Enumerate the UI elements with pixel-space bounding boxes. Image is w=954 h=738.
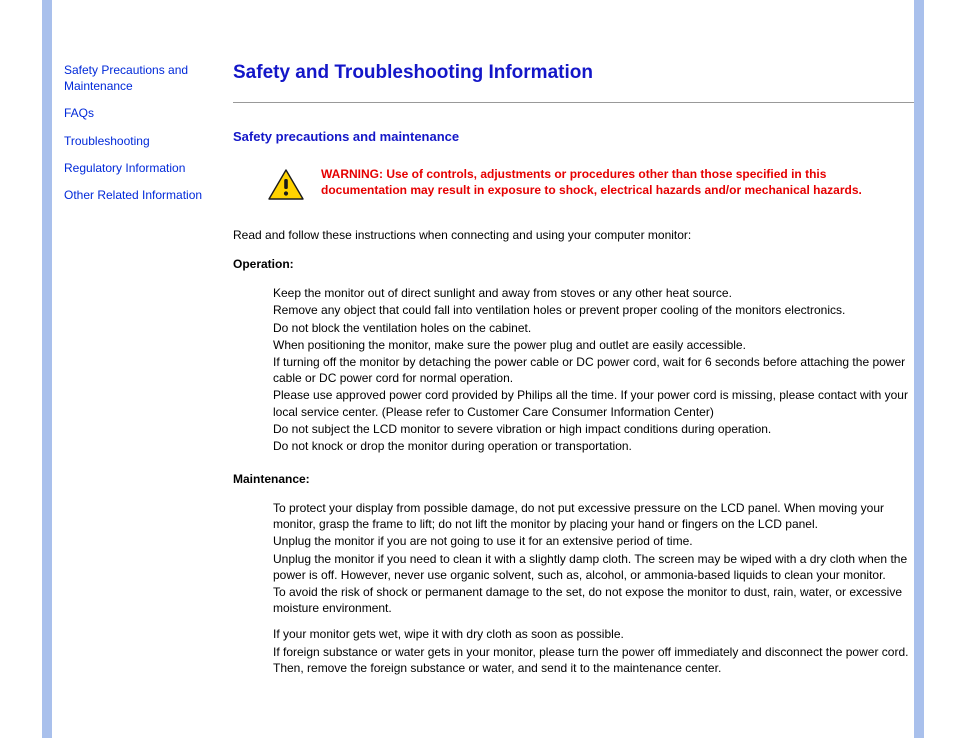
list-item: Do not subject the LCD monitor to severe… bbox=[273, 421, 914, 437]
section-heading: Safety precautions and maintenance bbox=[233, 129, 914, 144]
nav-link-safety[interactable]: Safety Precautions and Maintenance bbox=[64, 62, 217, 94]
list-item: Unplug the monitor if you are not going … bbox=[273, 533, 914, 549]
warning-text: WARNING: Use of controls, adjustments or… bbox=[321, 166, 914, 198]
warning-icon bbox=[267, 168, 305, 205]
maintenance-list: To protect your display from possible da… bbox=[233, 500, 914, 676]
left-blue-bar bbox=[42, 0, 52, 738]
nav-link-regulatory[interactable]: Regulatory Information bbox=[64, 160, 217, 176]
nav-link-troubleshooting[interactable]: Troubleshooting bbox=[64, 133, 217, 149]
sidebar-nav: Safety Precautions and Maintenance FAQs … bbox=[52, 0, 227, 738]
list-item: If your monitor gets wet, wipe it with d… bbox=[273, 626, 914, 642]
nav-link-other[interactable]: Other Related Information bbox=[64, 187, 217, 203]
list-item: To avoid the risk of shock or permanent … bbox=[273, 584, 914, 616]
intro-text: Read and follow these instructions when … bbox=[233, 227, 914, 243]
list-item: To protect your display from possible da… bbox=[273, 500, 914, 532]
list-item: Please use approved power cord provided … bbox=[273, 387, 914, 419]
list-item: Keep the monitor out of direct sunlight … bbox=[273, 285, 914, 301]
right-blue-bar bbox=[914, 0, 924, 738]
list-item: If foreign substance or water gets in yo… bbox=[273, 644, 914, 676]
title-divider bbox=[233, 102, 914, 103]
nav-link-faqs[interactable]: FAQs bbox=[64, 105, 217, 121]
list-item: Do not block the ventilation holes on th… bbox=[273, 320, 914, 336]
list-item: Do not knock or drop the monitor during … bbox=[273, 438, 914, 454]
list-item: Remove any object that could fall into v… bbox=[273, 302, 914, 318]
list-item: If turning off the monitor by detaching … bbox=[273, 354, 914, 386]
page-title: Safety and Troubleshooting Information bbox=[233, 62, 914, 84]
warning-block: WARNING: Use of controls, adjustments or… bbox=[233, 166, 914, 205]
page: Safety Precautions and Maintenance FAQs … bbox=[0, 0, 954, 738]
operation-list: Keep the monitor out of direct sunlight … bbox=[233, 285, 914, 454]
maintenance-heading: Maintenance: bbox=[233, 472, 914, 486]
operation-heading: Operation: bbox=[233, 257, 914, 271]
main-content: Safety and Troubleshooting Information S… bbox=[227, 0, 954, 738]
list-item: Unplug the monitor if you need to clean … bbox=[273, 551, 914, 583]
list-item: When positioning the monitor, make sure … bbox=[273, 337, 914, 353]
